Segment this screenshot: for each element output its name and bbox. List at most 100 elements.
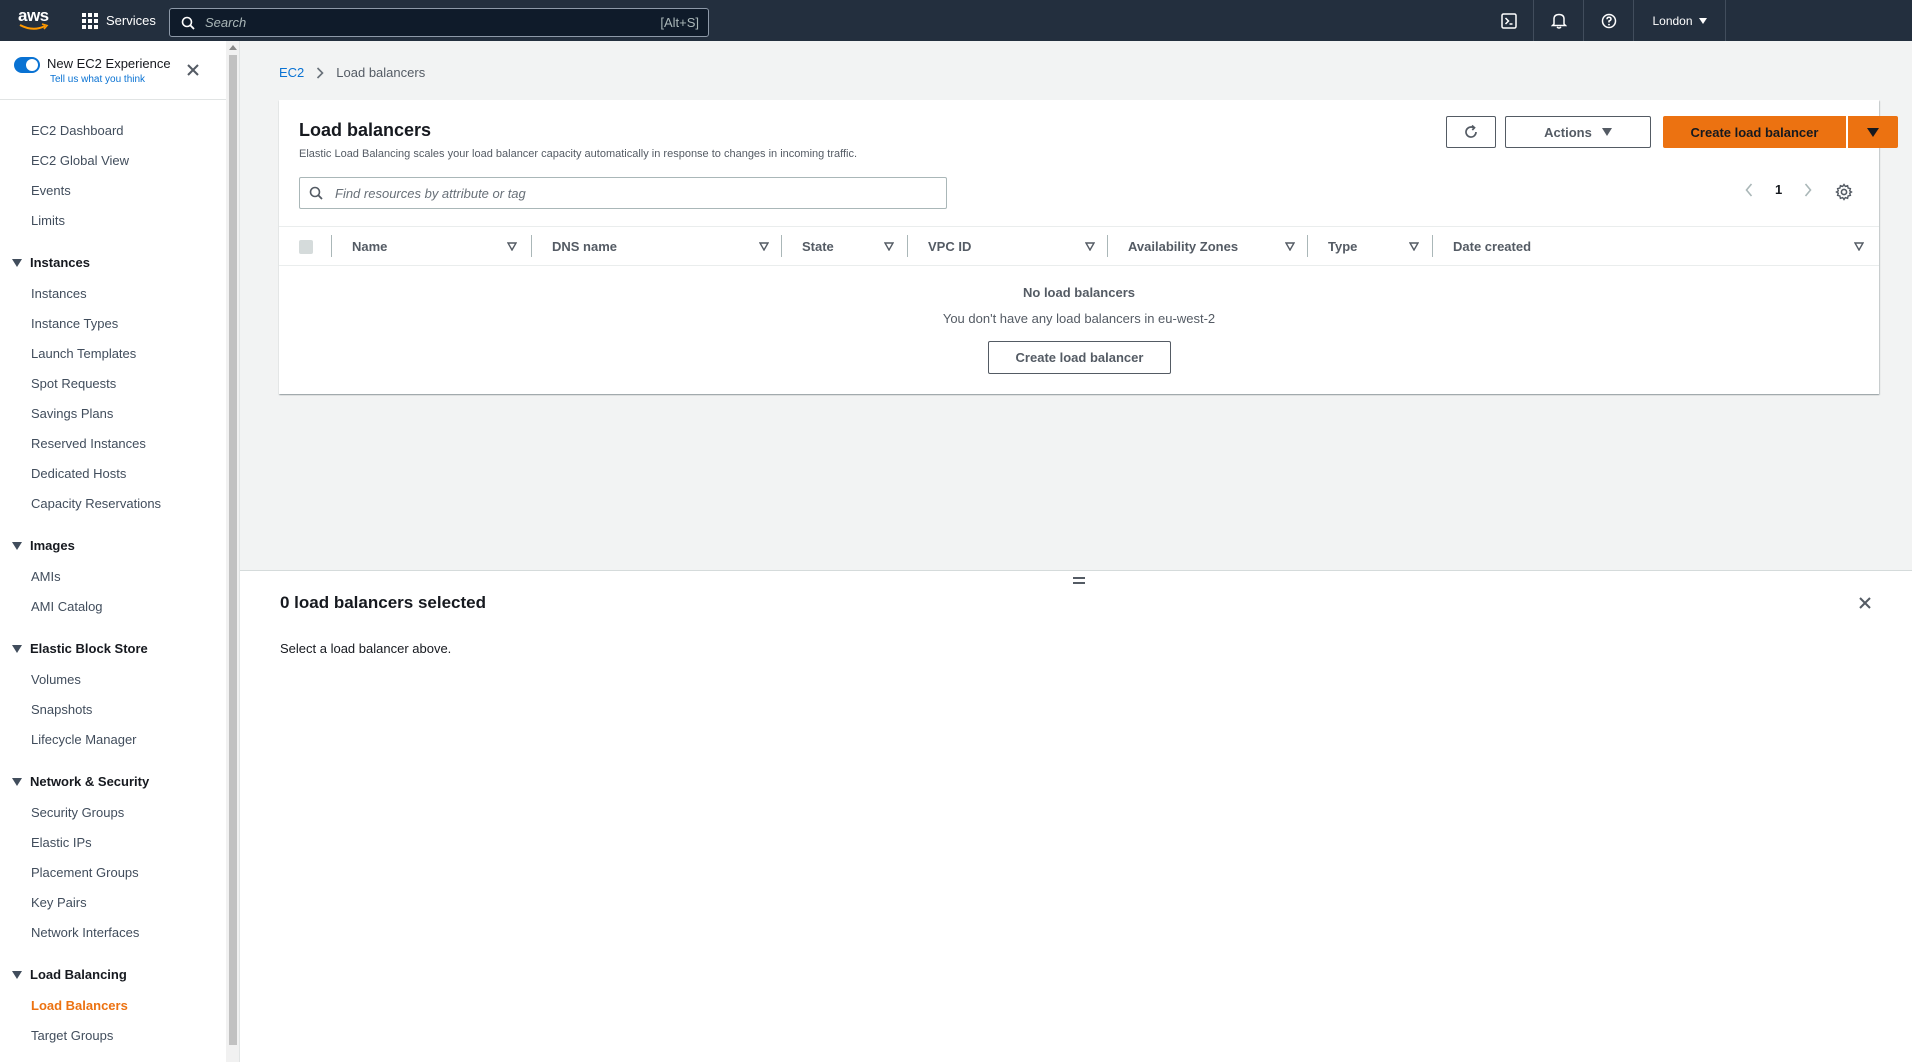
sidebar-section-network-security[interactable]: Network & Security xyxy=(12,774,149,789)
column-header-name[interactable]: Name xyxy=(352,239,387,254)
sidebar-item-network-interfaces[interactable]: Network Interfaces xyxy=(31,925,139,940)
sidebar-item-limits[interactable]: Limits xyxy=(31,213,65,228)
services-menu-button[interactable]: Services xyxy=(82,0,156,41)
cloudshell-button[interactable] xyxy=(1484,0,1534,41)
top-navigation: aws Services Search [Alt+S] London xyxy=(0,0,1912,41)
close-icon xyxy=(187,64,199,76)
empty-create-load-balancer-button[interactable]: Create load balancer xyxy=(988,341,1171,374)
page-number[interactable]: 1 xyxy=(1775,182,1782,197)
cloudshell-icon xyxy=(1500,12,1517,29)
sidebar-item-load-balancers[interactable]: Load Balancers xyxy=(31,998,128,1013)
refresh-button[interactable] xyxy=(1446,116,1496,148)
sidebar-section-label: Images xyxy=(30,538,75,553)
sort-icon[interactable] xyxy=(1285,241,1295,251)
sidebar-item-events[interactable]: Events xyxy=(31,183,71,198)
select-all-checkbox[interactable] xyxy=(299,240,313,254)
sidebar-scrollbar-thumb[interactable] xyxy=(229,55,237,1045)
caret-down-icon xyxy=(12,541,22,550)
sidebar-item-capacity-reservations[interactable]: Capacity Reservations xyxy=(31,496,161,511)
details-message: Select a load balancer above. xyxy=(280,641,452,656)
sidebar-item-elastic-ips[interactable]: Elastic IPs xyxy=(31,835,92,850)
sidebar-item-key-pairs[interactable]: Key Pairs xyxy=(31,895,87,910)
sort-icon[interactable] xyxy=(1085,241,1095,251)
sidebar-section-load-balancing[interactable]: Load Balancing xyxy=(12,967,127,982)
create-load-balancer-dropdown-button[interactable] xyxy=(1848,116,1898,148)
feedback-link[interactable]: Tell us what you think xyxy=(50,74,171,85)
global-search-input[interactable]: Search [Alt+S] xyxy=(169,8,709,37)
column-separator[interactable] xyxy=(1432,235,1433,257)
sort-icon[interactable] xyxy=(759,241,769,251)
sidebar-item-reserved-instances[interactable]: Reserved Instances xyxy=(31,436,146,451)
column-header-dns-name[interactable]: DNS name xyxy=(552,239,617,254)
close-split-panel-button[interactable] xyxy=(1858,595,1872,614)
sidebar-item-ami-catalog[interactable]: AMI Catalog xyxy=(31,599,103,614)
column-separator[interactable] xyxy=(531,235,532,257)
sidebar-section-images[interactable]: Images xyxy=(12,538,75,553)
column-header-state[interactable]: State xyxy=(802,239,834,254)
chevron-left-icon[interactable] xyxy=(1745,182,1753,197)
column-header-date-created[interactable]: Date created xyxy=(1453,239,1531,254)
caret-down-icon xyxy=(1698,17,1707,24)
sidebar-section-label: Elastic Block Store xyxy=(30,641,148,656)
column-separator[interactable] xyxy=(781,235,782,257)
column-header-type[interactable]: Type xyxy=(1328,239,1357,254)
region-selector[interactable]: London xyxy=(1634,0,1726,41)
filter-input[interactable]: Find resources by attribute or tag xyxy=(299,177,947,209)
sidebar-section-elastic-block-store[interactable]: Elastic Block Store xyxy=(12,641,148,656)
sidebar-item-instance-types[interactable]: Instance Types xyxy=(31,316,118,331)
sort-icon[interactable] xyxy=(507,241,517,251)
filter-placeholder: Find resources by attribute or tag xyxy=(335,185,526,201)
breadcrumb: EC2 Load balancers xyxy=(279,65,425,80)
sidebar-item-instances[interactable]: Instances xyxy=(31,286,87,301)
page-title: Load balancers xyxy=(299,120,432,140)
sidebar-scrollbar[interactable] xyxy=(226,41,240,1062)
aws-logo[interactable]: aws xyxy=(18,7,52,34)
sort-icon[interactable] xyxy=(1409,241,1419,251)
column-separator[interactable] xyxy=(1107,235,1108,257)
caret-down-icon xyxy=(1601,128,1612,136)
close-sidebar-button[interactable] xyxy=(186,62,200,81)
bell-icon xyxy=(1550,13,1567,29)
region-label: London xyxy=(1652,13,1693,28)
sidebar-section-label: Network & Security xyxy=(30,774,150,789)
breadcrumb-current: Load balancers xyxy=(336,65,426,80)
sidebar-item-target-groups[interactable]: Target Groups xyxy=(31,1028,113,1043)
sidebar-item-dedicated-hosts[interactable]: Dedicated Hosts xyxy=(31,466,126,481)
table-header: Name DNS name State VPC ID Availability … xyxy=(279,226,1879,266)
sidebar-section-label: Load Balancing xyxy=(30,967,127,982)
sidebar-item-amis[interactable]: AMIs xyxy=(31,569,61,584)
actions-label: Actions xyxy=(1544,124,1592,140)
close-icon xyxy=(1859,597,1871,609)
table-settings-button[interactable] xyxy=(1835,183,1853,205)
sidebar-section-instances[interactable]: Instances xyxy=(12,255,90,270)
sidebar-item-snapshots[interactable]: Snapshots xyxy=(31,702,92,717)
sidebar-item-launch-templates[interactable]: Launch Templates xyxy=(31,346,136,361)
sidebar-item-spot-requests[interactable]: Spot Requests xyxy=(31,376,116,391)
sidebar-item-volumes[interactable]: Volumes xyxy=(31,672,81,687)
sidebar-item-savings-plans[interactable]: Savings Plans xyxy=(31,406,113,421)
new-experience-toggle[interactable] xyxy=(14,57,40,73)
sidebar-item-lifecycle-manager[interactable]: Lifecycle Manager xyxy=(31,732,137,747)
create-load-balancer-button[interactable]: Create load balancer xyxy=(1663,116,1846,148)
resize-handle-icon[interactable] xyxy=(1073,577,1085,587)
sort-icon[interactable] xyxy=(1854,241,1864,251)
column-separator[interactable] xyxy=(907,235,908,257)
sidebar-item-ec2-dashboard[interactable]: EC2 Dashboard xyxy=(31,123,124,138)
column-header-vpc-id[interactable]: VPC ID xyxy=(928,239,971,254)
column-header-availability-zones[interactable]: Availability Zones xyxy=(1128,239,1238,254)
notifications-button[interactable] xyxy=(1534,0,1584,41)
column-separator[interactable] xyxy=(1307,235,1308,257)
sort-icon[interactable] xyxy=(884,241,894,251)
sidebar-item-security-groups[interactable]: Security Groups xyxy=(31,805,124,820)
breadcrumb-ec2-link[interactable]: EC2 xyxy=(279,65,304,80)
scroll-up-icon[interactable] xyxy=(229,45,237,50)
help-button[interactable] xyxy=(1584,0,1634,41)
new-experience-row: New EC2 Experience Tell us what you thin… xyxy=(14,56,171,85)
new-experience-text: New EC2 Experience Tell us what you thin… xyxy=(47,56,171,85)
sidebar-item-ec2-global-view[interactable]: EC2 Global View xyxy=(31,153,129,168)
nav-utilities: London xyxy=(1484,0,1726,41)
chevron-right-icon[interactable] xyxy=(1804,182,1812,197)
pagination: 1 xyxy=(1745,182,1812,197)
actions-button[interactable]: Actions xyxy=(1505,116,1651,148)
sidebar-item-placement-groups[interactable]: Placement Groups xyxy=(31,865,139,880)
